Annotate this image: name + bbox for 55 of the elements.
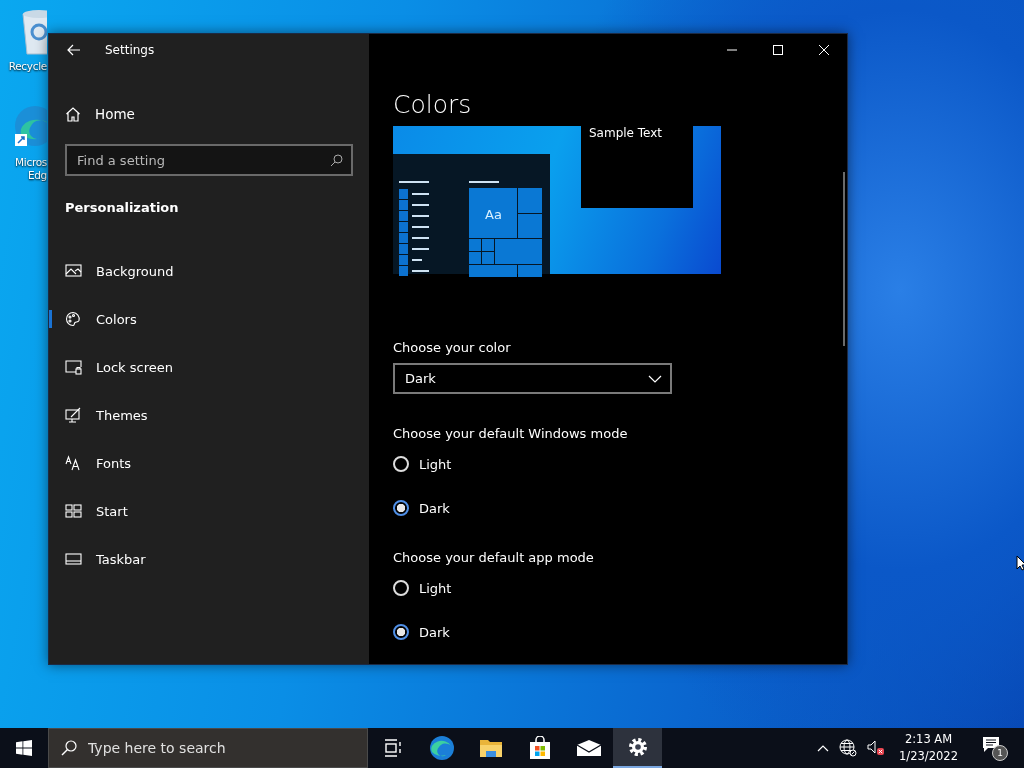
clock-time[interactable]: 2:13 AM [904,731,953,748]
task-view-icon [382,739,403,757]
page-heading: Colors [393,90,473,120]
color-dropdown[interactable]: Dark [393,363,672,394]
nav-item[interactable]: Taskbar [49,541,353,577]
group-label: Choose your default Windows mode [393,426,629,441]
lock-icon [65,359,82,375]
nav-item[interactable]: Start [49,493,353,529]
themes-icon [65,407,82,423]
search-icon [330,154,343,167]
globe-icon[interactable] [839,739,858,757]
notification-badge: 1 [992,744,1008,761]
home-icon [65,106,81,122]
mouse-cursor-icon [1016,555,1024,571]
colors-icon [65,311,82,327]
radio-button[interactable] [393,500,409,516]
shopping-bag-icon [528,736,551,760]
window-title: Settings [105,43,155,57]
radio-button[interactable] [393,624,409,640]
nav-item[interactable]: Themes [49,397,353,433]
envelope-icon [575,739,602,757]
group-label: Choose your default app mode [393,550,595,565]
nav-item[interactable]: Lock screen [49,349,353,385]
muted-speaker-icon[interactable] [867,740,886,756]
radio-option[interactable]: Dark [393,498,450,518]
section-heading: Personalization [65,200,179,215]
home-link[interactable]: Home [65,104,135,124]
back-arrow-icon[interactable] [67,44,81,56]
search-field[interactable]: Find a setting [65,144,353,176]
scrollbar[interactable] [843,172,845,346]
recycle-bin-icon[interactable] [19,8,47,56]
edge-icon [428,735,455,761]
nav-item[interactable]: Background [49,253,353,289]
radio-option[interactable]: Light [393,454,452,474]
fonts-icon [65,455,82,471]
background-icon [65,263,82,279]
sample-text: Sample Text [589,126,663,140]
field-label: Choose your color [393,340,512,355]
windows-logo-icon [16,740,32,756]
nav-item[interactable]: Colors [49,301,353,337]
tile-label: Aa [485,207,502,222]
radio-option[interactable]: Light [393,578,452,598]
nav-item[interactable]: Fonts [49,445,353,481]
clock-date[interactable]: 1/23/2022 [899,748,958,765]
taskbar-search-field[interactable]: Type here to search [48,728,368,768]
gear-icon [626,736,649,758]
radio-option[interactable]: Dark [393,622,450,642]
folder-icon [478,738,503,758]
start-icon [65,503,82,519]
taskbar-icon [65,551,82,567]
taskbar-app[interactable] [613,728,662,768]
message-icon [982,735,1000,754]
notification-button[interactable]: 1 [982,735,1008,761]
chevron-up-icon[interactable] [817,744,830,752]
chevron-down-icon [648,374,662,383]
